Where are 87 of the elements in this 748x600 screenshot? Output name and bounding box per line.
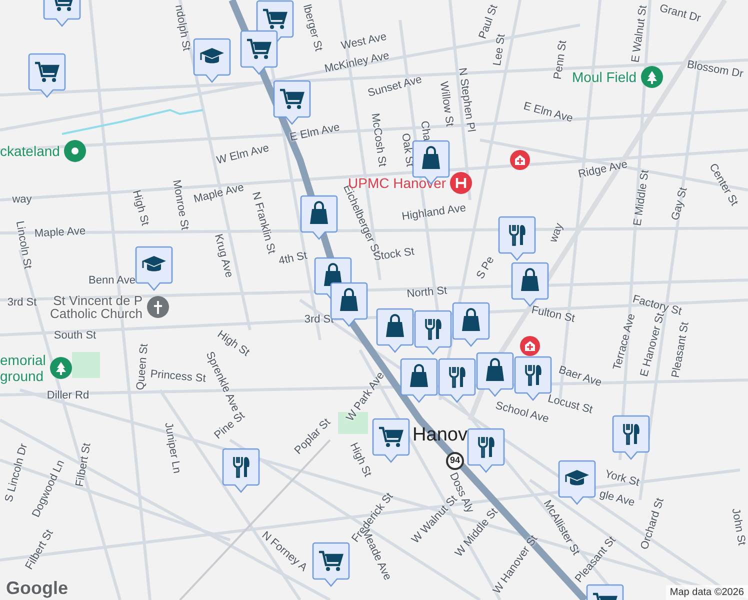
street-label: Penn St (552, 40, 570, 80)
street-label: Fulton St (530, 305, 576, 325)
street-label: Pine St (212, 410, 248, 442)
street-label: Cha (418, 120, 432, 142)
shopping-marker[interactable] (476, 352, 514, 398)
street-label: Ridge Ave (577, 159, 629, 181)
street-label: High St (215, 329, 251, 359)
street-label: way (12, 194, 32, 206)
cart-marker[interactable] (312, 542, 350, 588)
street-label: High St (347, 441, 373, 479)
pin-icon[interactable] (64, 140, 86, 162)
place-label[interactable]: St Vincent de P Catholic Church (50, 294, 142, 320)
street-label: Willow St (437, 80, 455, 128)
restaurant-marker[interactable] (438, 358, 476, 404)
street-label: lberger St (300, 4, 324, 52)
shopping-marker[interactable] (376, 308, 414, 354)
street-label: 3rd St (7, 298, 37, 308)
street-label: Juniper Ln (162, 422, 182, 474)
tree-icon[interactable] (50, 357, 72, 379)
street-label: Krug Ave (212, 233, 234, 279)
street-label: York St (604, 469, 640, 489)
cart-marker[interactable] (273, 80, 311, 126)
place-label[interactable]: emorial ground (0, 352, 46, 384)
street-label: Blossom Dr (686, 60, 744, 80)
tree-icon[interactable] (640, 66, 663, 88)
street-label: Gay St (670, 186, 690, 222)
street-label: Lincoln St (13, 220, 33, 270)
street-label: Filbert St (74, 442, 94, 488)
street-label: Highland Ave (401, 203, 467, 223)
street-label: ndolph St (172, 4, 192, 52)
school-marker[interactable] (193, 38, 231, 84)
street-label: North St (406, 286, 448, 300)
route-shield: 94 (446, 452, 464, 470)
shopping-marker[interactable] (300, 195, 338, 241)
town-label: Hanov (412, 426, 468, 444)
place-label[interactable]: ckateland (0, 143, 60, 159)
restaurant-marker[interactable] (222, 448, 260, 494)
street-label: E Middle St (632, 169, 652, 227)
attribution-text: Map data ©2026 (666, 585, 748, 600)
street-label: S Lincoln Dr (4, 442, 30, 504)
cart-marker[interactable] (28, 53, 66, 99)
restaurant-marker[interactable] (498, 216, 536, 262)
street-label: E Elm Ave (522, 101, 574, 125)
school-marker[interactable] (135, 246, 173, 292)
cross-icon[interactable] (146, 296, 168, 318)
google-logo[interactable]: Google (6, 578, 68, 598)
street-label: Queen St (136, 343, 150, 391)
hospital-icon[interactable] (450, 172, 472, 194)
street-label: E Hanover St (639, 312, 667, 378)
street-label: N Franklin St (249, 190, 277, 256)
street-label: way (548, 222, 566, 244)
place-label[interactable]: Moul Field (572, 69, 637, 85)
street-label: Maple Ave (192, 182, 246, 206)
street-label: McCosh St (368, 112, 388, 168)
street-label: Terrace Ave (612, 312, 638, 372)
street-label: Orchard St (640, 497, 666, 551)
street-label: Lee St (492, 33, 508, 67)
street-label: John St (729, 508, 747, 546)
cart-marker[interactable] (240, 30, 278, 76)
street-label: S Pe (475, 254, 497, 282)
street-label: West Ave (340, 32, 388, 52)
street-label: W Elm Ave (216, 143, 270, 167)
restaurant-marker[interactable] (612, 415, 650, 461)
street-label: 4th St (278, 250, 308, 268)
street-label: South St (54, 330, 96, 342)
street-label: Monroe St (170, 179, 190, 231)
shopping-marker[interactable] (400, 358, 438, 404)
street-label: gle Ave (598, 489, 636, 509)
hospital-icon[interactable] (510, 150, 530, 170)
street-label: Pleasant St (670, 321, 692, 379)
street-label: Diller Rd (46, 390, 90, 402)
street-label: N Stephen Pl (456, 67, 476, 133)
street-label: Princess St (150, 369, 206, 385)
street-label: High St (130, 189, 150, 227)
cart-marker[interactable] (372, 418, 410, 464)
street-label: McKinley Ave (324, 50, 390, 76)
hospital-icon[interactable] (520, 336, 540, 356)
street-label: Baer Ave (557, 364, 603, 390)
street-label: Benn Ave (88, 276, 136, 286)
street-label: Sunset Ave (366, 74, 424, 100)
restaurant-marker[interactable] (414, 310, 452, 356)
street-label: Grant Dr (658, 3, 702, 25)
street-label: Maple Ave (34, 226, 86, 240)
shopping-marker[interactable] (452, 302, 490, 348)
street-label: E Walnut St (630, 4, 650, 64)
street-label: E Elm Ave (289, 122, 341, 144)
restaurant-marker[interactable] (467, 428, 505, 474)
